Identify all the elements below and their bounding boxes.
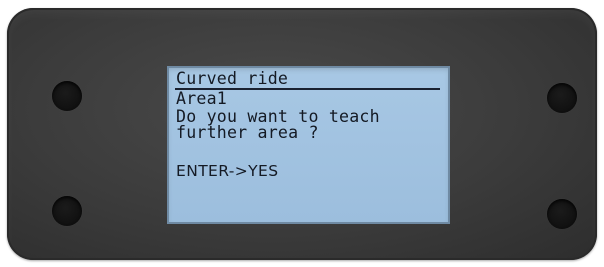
mounting-hole-top-right [547, 83, 577, 113]
screen-title: Curved ride [176, 69, 289, 88]
lcd-screen: Curved ride Area1 Do you want to teach f… [167, 66, 450, 224]
prompt-line-2: further area ? [176, 123, 319, 142]
mounting-hole-top-left [52, 81, 82, 111]
mounting-hole-bottom-left [52, 196, 82, 226]
enter-yes-hint: ENTER->YES [176, 162, 279, 180]
area-label: Area1 [176, 89, 227, 108]
mounting-hole-bottom-right [547, 199, 577, 229]
